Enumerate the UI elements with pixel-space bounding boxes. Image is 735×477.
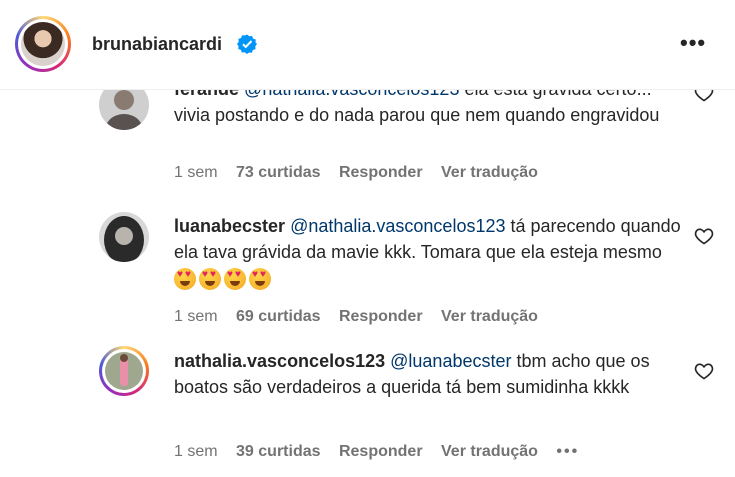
comment-time: 1 sem	[174, 443, 218, 460]
comment-username[interactable]: luanabecster	[174, 216, 285, 236]
comment-time: 1 sem	[174, 308, 218, 325]
heart-eyes-emoji-icon	[199, 268, 221, 291]
comment-likes[interactable]: 69 curtidas	[236, 308, 320, 325]
comment-more-options-button[interactable]: •••	[556, 443, 579, 460]
translate-button[interactable]: Ver tradução	[441, 308, 538, 325]
like-heart-icon[interactable]	[694, 361, 714, 381]
post-header: brunabiancardi •••	[0, 0, 735, 90]
more-options-button[interactable]: •••	[680, 30, 706, 56]
reply-button[interactable]: Responder	[339, 443, 423, 460]
reply-button[interactable]: Responder	[339, 164, 423, 181]
comments-list: ferande @nathalia.vasconcelos123 ela est…	[0, 90, 735, 477]
comment-avatar[interactable]	[99, 346, 149, 396]
comment-likes[interactable]: 39 curtidas	[236, 443, 320, 460]
comment-time: 1 sem	[174, 164, 218, 181]
comment-mention[interactable]: @nathalia.vasconcelos123	[290, 216, 505, 236]
comment-text: ferande @nathalia.vasconcelos123 ela est…	[174, 90, 684, 128]
comment-meta: 1 sem 39 curtidas Responder Ver tradução…	[174, 443, 593, 461]
heart-eyes-emoji-icon	[249, 268, 271, 291]
emoji-row	[174, 268, 274, 291]
like-heart-icon[interactable]	[694, 226, 714, 246]
like-heart-icon[interactable]	[694, 90, 714, 103]
comment-meta: 1 sem 69 curtidas Responder Ver tradução	[174, 308, 552, 326]
comment-username[interactable]: ferande	[174, 90, 239, 99]
reply-button[interactable]: Responder	[339, 308, 423, 325]
heart-eyes-emoji-icon	[224, 268, 246, 291]
comment-mention[interactable]: @luanabecster	[390, 351, 511, 371]
comment-likes[interactable]: 73 curtidas	[236, 164, 320, 181]
comment-meta: 1 sem 73 curtidas Responder Ver tradução	[174, 164, 552, 182]
verified-badge-icon	[237, 34, 257, 54]
header-username[interactable]: brunabiancardi	[92, 34, 222, 55]
heart-eyes-emoji-icon	[174, 268, 196, 291]
comment-text: luanabecster @nathalia.vasconcelos123 tá…	[174, 213, 684, 291]
comment-text: nathalia.vasconcelos123 @luanabecster tb…	[174, 348, 684, 400]
comment-username[interactable]: nathalia.vasconcelos123	[174, 351, 385, 371]
translate-button[interactable]: Ver tradução	[441, 164, 538, 181]
comment-avatar[interactable]	[99, 90, 149, 130]
profile-avatar[interactable]	[15, 16, 71, 72]
comment-avatar[interactable]	[99, 212, 149, 262]
comment-mention[interactable]: @nathalia.vasconcelos123	[244, 90, 459, 99]
translate-button[interactable]: Ver tradução	[441, 443, 538, 460]
